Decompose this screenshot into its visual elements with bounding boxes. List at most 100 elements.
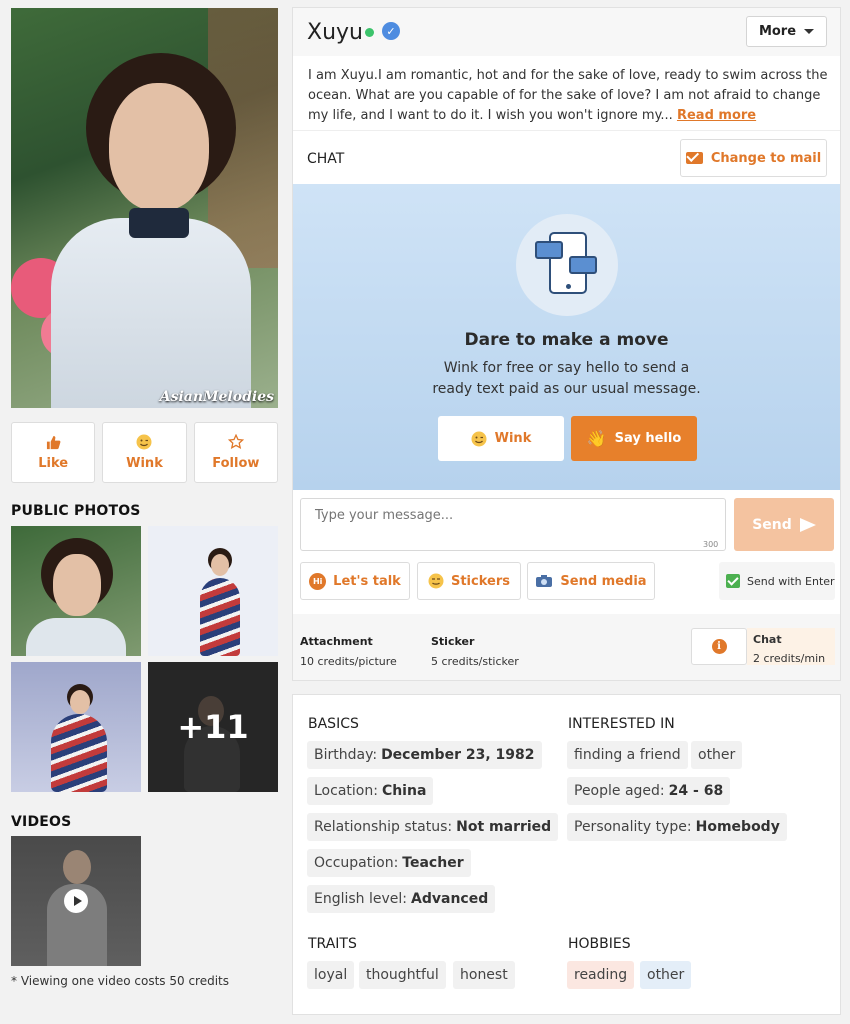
basics-tag-birthday: Birthday: December 23, 1982	[307, 741, 542, 769]
public-photo-thumbnail-more[interactable]: +11	[148, 662, 278, 792]
send-with-enter-toggle[interactable]: Send with Enter	[719, 562, 835, 600]
sticker-emoji-icon	[428, 573, 444, 589]
sticker-cost: 5 credits/sticker	[431, 655, 519, 668]
envelope-icon	[685, 152, 703, 164]
interested-tag-age: People aged: 24 - 68	[567, 777, 731, 805]
more-photos-count: +11	[148, 662, 278, 792]
message-input[interactable]	[300, 498, 726, 551]
public-photo-thumbnail[interactable]	[148, 526, 278, 656]
tag-label: People aged:	[574, 783, 665, 799]
attachment-cost: 10 credits/picture	[300, 655, 397, 668]
say-hello-label: Say hello	[614, 431, 682, 446]
send-arrow-icon	[799, 517, 816, 532]
wink-label: Wink	[126, 456, 163, 471]
tag-label: Occupation:	[314, 855, 399, 871]
photo-watermark: AsianMelodies	[159, 389, 274, 405]
profile-name: Xuyu	[307, 20, 363, 45]
wink-chat-button[interactable]: Wink	[438, 416, 564, 461]
thumbs-up-icon	[45, 434, 61, 450]
online-status-icon	[365, 28, 374, 37]
send-media-label: Send media	[560, 573, 647, 589]
tag-label: Birthday:	[314, 747, 378, 763]
profile-chat-panel: Xuyu ✓ More I am Xuyu.I am romantic, hot…	[292, 7, 841, 681]
attachment-pricing: Attachment 10 credits/picture	[300, 632, 397, 672]
stickers-label: Stickers	[450, 573, 510, 589]
chevron-down-icon	[804, 29, 815, 34]
like-label: Like	[38, 456, 69, 471]
wink-button[interactable]: Wink	[102, 422, 187, 483]
send-button[interactable]: Send	[734, 498, 834, 551]
wink-emoji-icon	[136, 434, 152, 450]
hobbies-title: HOBBIES	[568, 936, 631, 952]
send-with-enter-label: Send with Enter	[747, 574, 835, 588]
say-hello-button[interactable]: 👋 Say hello	[571, 416, 697, 461]
basics-tag-english: English level: Advanced	[307, 885, 496, 913]
tag-label: Personality type:	[574, 819, 692, 835]
profile-bio: I am Xuyu.I am romantic, hot and for the…	[308, 66, 828, 126]
more-dropdown-button[interactable]: More	[746, 16, 827, 47]
tag-value: Teacher	[402, 855, 464, 871]
star-icon	[227, 434, 244, 450]
sticker-pricing: Sticker 5 credits/sticker	[431, 632, 519, 672]
interested-tag: other	[691, 741, 743, 769]
play-icon[interactable]	[64, 889, 88, 913]
public-photo-thumbnail[interactable]	[11, 662, 141, 792]
tag-value: Homebody	[695, 819, 780, 835]
trait-tag: loyal	[307, 961, 355, 989]
phone-chat-illustration	[516, 214, 618, 316]
public-photo-thumbnail[interactable]	[11, 526, 141, 656]
hobby-tag: reading	[567, 961, 635, 989]
tag-value: December 23, 1982	[381, 747, 535, 763]
pricing-info: Attachment 10 credits/picture Sticker 5 …	[293, 614, 840, 680]
chat-bar: CHAT Change to mail	[293, 130, 840, 184]
tag-value: Advanced	[411, 891, 489, 907]
interested-tag-personality: Personality type: Homebody	[567, 813, 787, 841]
tag-value: 24 - 68	[668, 783, 724, 799]
tag-label: English level:	[314, 891, 408, 907]
tag-label: Location:	[314, 783, 378, 799]
trait-tag: honest	[453, 961, 515, 989]
attachment-title: Attachment	[300, 635, 373, 648]
tag-label: Relationship status:	[314, 819, 453, 835]
chat-pricing-cost: 2 credits/min	[753, 652, 826, 665]
hero-subtitle: Wink for free or say hello to send a rea…	[293, 358, 840, 400]
pricing-info-button[interactable]: i	[691, 628, 747, 665]
photo-face	[109, 83, 209, 211]
follow-label: Follow	[212, 456, 260, 471]
hero-title: Dare to make a move	[464, 330, 669, 350]
verified-badge-icon: ✓	[382, 22, 400, 40]
profile-main-photo[interactable]: AsianMelodies	[11, 8, 278, 408]
interested-in-title: INTERESTED IN	[568, 716, 675, 732]
hobby-tag: other	[640, 961, 692, 989]
read-more-link[interactable]: Read more	[677, 108, 756, 123]
info-icon: i	[711, 639, 727, 654]
profile-action-row: Like Wink Follow	[11, 422, 278, 483]
basics-title: BASICS	[308, 716, 359, 732]
basics-tag-occupation: Occupation: Teacher	[307, 849, 471, 877]
public-photos-title: PUBLIC PHOTOS	[11, 503, 141, 519]
like-button[interactable]: Like	[11, 422, 96, 483]
video-thumbnail[interactable]	[11, 836, 141, 966]
wink-chat-label: Wink	[494, 431, 532, 446]
hero-subtitle-line: Wink for free or say hello to send a	[443, 360, 690, 376]
hi-bubble-icon: Hi	[309, 572, 327, 590]
chat-label: CHAT	[307, 151, 345, 167]
tag-value: Not married	[456, 819, 552, 835]
chat-pricing-title: Chat	[753, 633, 782, 646]
send-media-button[interactable]: Send media	[527, 562, 655, 600]
change-to-mail-button[interactable]: Change to mail	[680, 139, 827, 177]
videos-title: VIDEOS	[11, 814, 72, 830]
checkbox-checked-icon[interactable]	[726, 574, 740, 588]
hero-subtitle-line: ready text paid as our usual message.	[432, 381, 701, 397]
follow-button[interactable]: Follow	[193, 422, 278, 483]
char-limit: 300	[703, 540, 719, 549]
video-cost-note: * Viewing one video costs 50 credits	[11, 974, 230, 988]
lets-talk-button[interactable]: Hi Let's talk	[300, 562, 410, 600]
waving-hand-icon: 👋	[586, 429, 607, 448]
lets-talk-label: Let's talk	[333, 573, 401, 589]
basics-tag-location: Location: China	[307, 777, 434, 805]
message-composer: 300 Send Hi Let's talk Stickers Send med…	[293, 490, 840, 614]
stickers-button[interactable]: Stickers	[417, 562, 521, 600]
trait-tag: thoughtful	[359, 961, 446, 989]
wink-emoji-icon	[471, 431, 487, 446]
